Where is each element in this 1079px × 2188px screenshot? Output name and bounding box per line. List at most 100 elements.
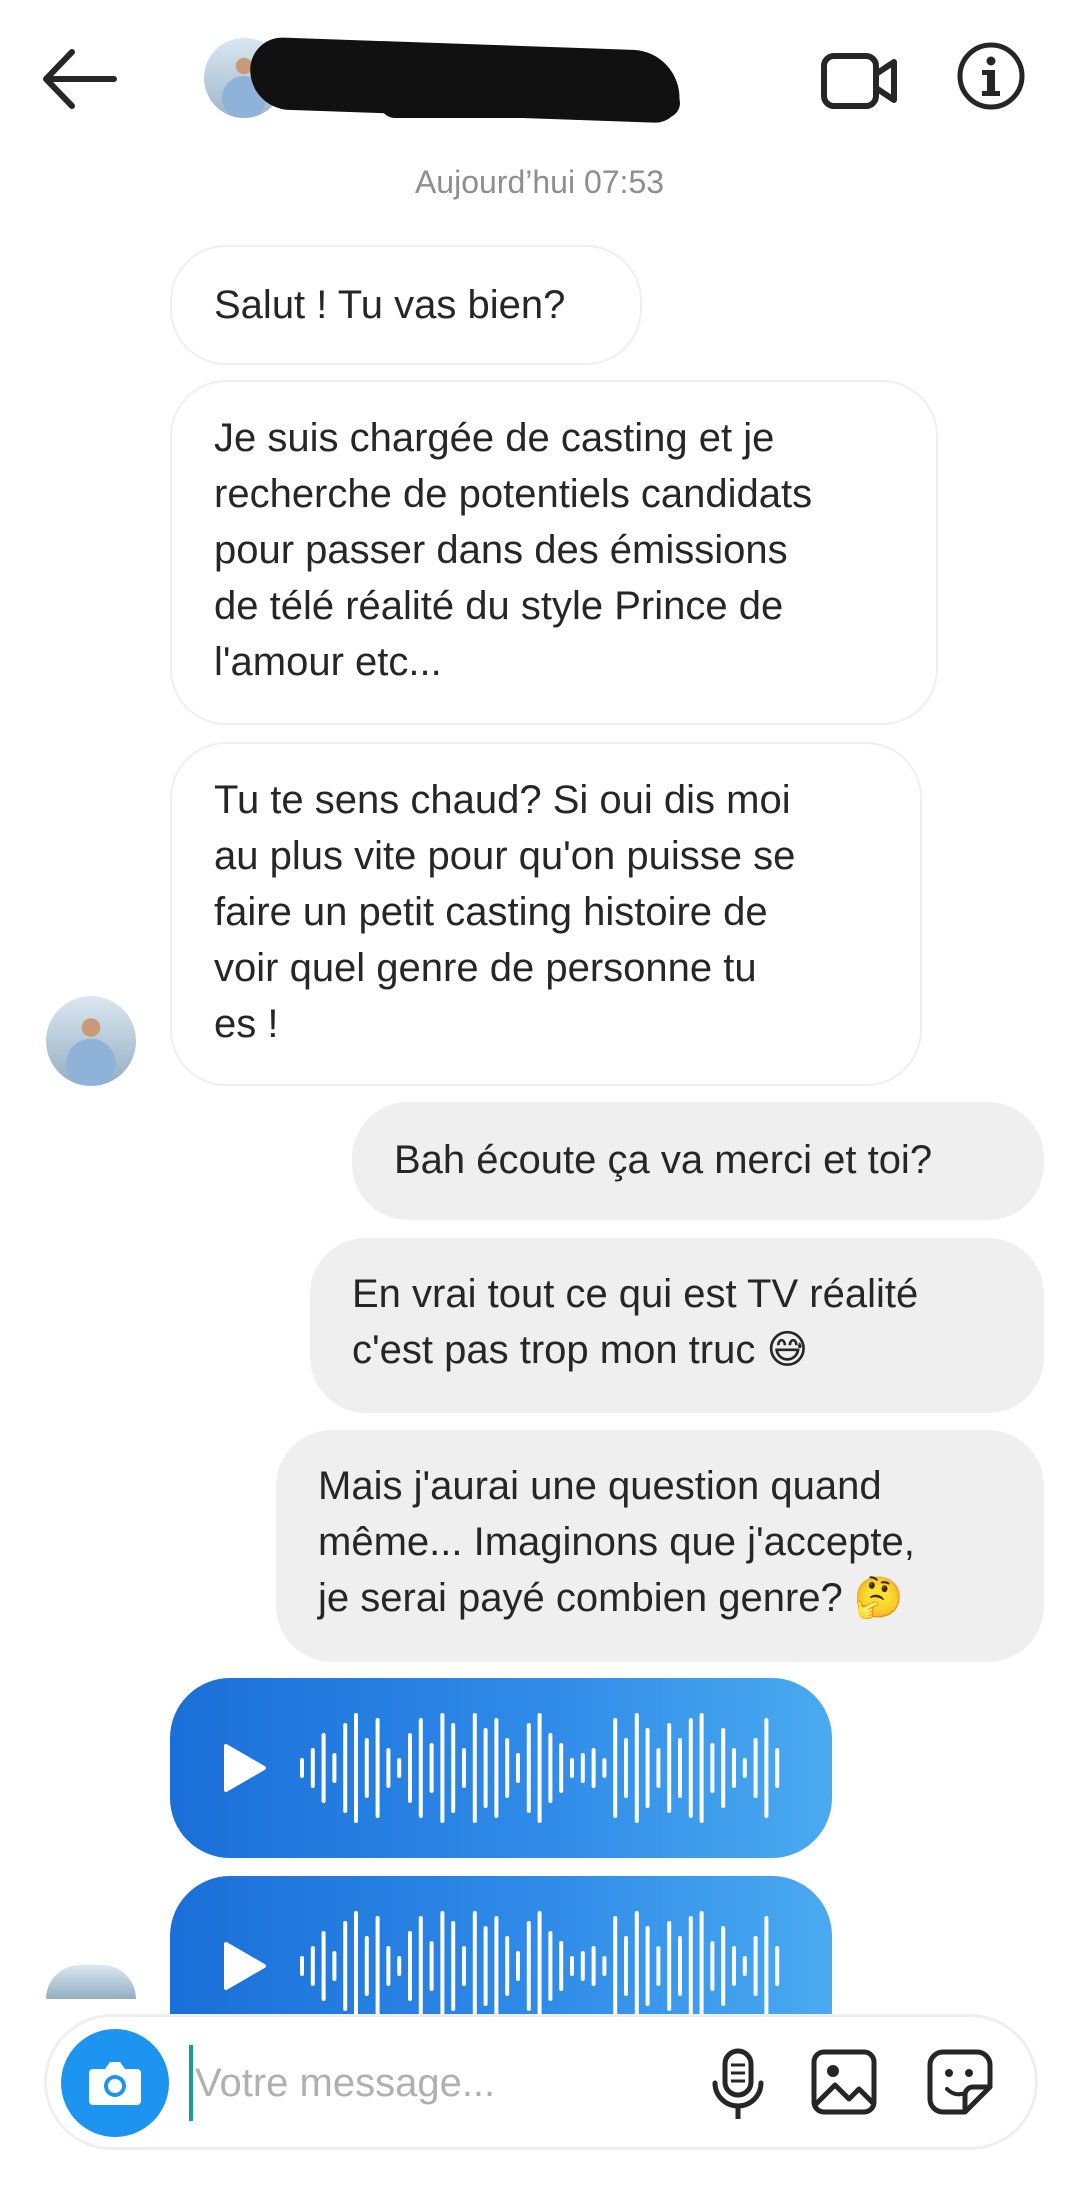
waveform-bar: [753, 1936, 758, 1996]
waveform-bar: [483, 1728, 488, 1808]
waveform-bar: [321, 1931, 326, 2001]
voice-message[interactable]: [170, 1876, 832, 2026]
info-icon: [957, 42, 1025, 110]
image-icon: [811, 2049, 877, 2115]
waveform-bar: [440, 1911, 445, 2021]
waveform-bar: [526, 1921, 531, 2011]
waveform-bar: [364, 1738, 369, 1798]
waveform-bar: [710, 1941, 715, 1991]
outgoing-message[interactable]: En vrai tout ce qui est TV réalité c'est…: [310, 1238, 1044, 1413]
redacted-username-overflow: [380, 88, 680, 118]
audio-waveform[interactable]: [300, 1906, 790, 2026]
waveform-bar: [354, 1911, 358, 2021]
waveform-bar: [537, 1713, 542, 1823]
waveform-bar: [451, 1723, 456, 1813]
message-composer: [44, 2014, 1038, 2150]
waveform-bar: [408, 1931, 412, 2001]
waveform-bar: [483, 1926, 488, 2006]
waveform-bar: [580, 1951, 585, 1981]
waveform-bar: [710, 1743, 715, 1793]
waveform-bar: [440, 1713, 445, 1823]
microphone-button[interactable]: [705, 2047, 771, 2123]
waveform-bar: [721, 1926, 726, 2006]
waveform-bar: [775, 1946, 780, 1986]
waveform-bar: [472, 1911, 477, 2021]
camera-button[interactable]: [61, 2029, 169, 2137]
waveform-bar: [386, 1748, 391, 1788]
incoming-message[interactable]: Salut ! Tu vas bien?: [170, 245, 642, 365]
waveform-bar: [397, 1758, 402, 1778]
waveform-bar: [364, 1936, 369, 1996]
waveform-bar: [386, 1946, 391, 1986]
waveform-bar: [667, 1723, 672, 1813]
gallery-button[interactable]: [809, 2047, 879, 2117]
waveform-bar: [408, 1733, 412, 1803]
incoming-message[interactable]: Je suis chargée de casting et je recherc…: [170, 380, 938, 725]
waveform-bar: [343, 1921, 348, 2011]
waveform-bar: [505, 1936, 510, 1996]
waveform-bar: [699, 1911, 704, 2021]
waveform-bar: [678, 1738, 682, 1798]
waveform-bar: [721, 1728, 726, 1808]
waveform-bar: [397, 1956, 402, 1976]
play-icon[interactable]: [218, 1940, 270, 1992]
waveform-bar: [591, 1748, 596, 1788]
waveform-bar: [429, 1743, 434, 1793]
waveform-bar: [462, 1946, 466, 1986]
waveform-bar: [462, 1748, 466, 1788]
voice-message[interactable]: [170, 1678, 832, 1858]
video-call-button[interactable]: [820, 48, 900, 114]
waveform-bar: [451, 1921, 456, 2011]
incoming-message[interactable]: Tu te sens chaud? Si oui dis moi au plus…: [170, 742, 922, 1086]
audio-waveform[interactable]: [300, 1708, 790, 1828]
waveform-bar: [742, 1956, 747, 1976]
waveform-bar: [753, 1738, 758, 1798]
info-button[interactable]: [955, 40, 1027, 112]
waveform-bar: [516, 1753, 520, 1783]
waveform-bar: [775, 1748, 780, 1788]
waveform-bar: [332, 1951, 337, 1981]
conversation-timestamp: Aujourd’hui 07:53: [414, 164, 665, 200]
waveform-bar: [332, 1753, 337, 1783]
waveform-bar: [656, 1748, 661, 1788]
waveform-bar: [494, 1718, 499, 1818]
sender-avatar[interactable]: [46, 996, 136, 1086]
waveform-bar: [343, 1723, 348, 1813]
back-button[interactable]: [40, 44, 120, 114]
waveform-bar: [570, 1956, 574, 1976]
waveform-bar: [375, 1718, 380, 1818]
play-icon[interactable]: [218, 1742, 270, 1794]
sticker-button[interactable]: [925, 2047, 995, 2117]
waveform-bar: [300, 1758, 304, 1778]
waveform-bar: [634, 1713, 639, 1823]
waveform-bar: [516, 1951, 520, 1981]
waveform-bar: [354, 1713, 358, 1823]
waveform-bar: [310, 1748, 315, 1788]
waveform-bar: [310, 1946, 315, 1986]
waveform-bar: [472, 1713, 477, 1823]
waveform-bar: [678, 1936, 682, 1996]
sender-avatar[interactable]: [46, 1965, 136, 1999]
outgoing-message[interactable]: Mais j'aurai une question quand même... …: [276, 1430, 1044, 1662]
video-call-icon: [821, 53, 897, 109]
waveform-bar: [634, 1911, 639, 2021]
waveform-bar: [688, 1718, 693, 1818]
waveform-bar: [602, 1758, 607, 1778]
waveform-bar: [570, 1758, 574, 1778]
waveform-bar: [580, 1753, 585, 1783]
sticker-icon: [927, 2049, 993, 2115]
waveform-bar: [602, 1956, 607, 1976]
message-input[interactable]: [189, 2045, 717, 2121]
waveform-bar: [321, 1733, 326, 1803]
outgoing-message[interactable]: Bah écoute ça va merci et toi?: [352, 1102, 1044, 1220]
waveform-bar: [505, 1738, 510, 1798]
waveform-bar: [559, 1743, 564, 1793]
waveform-bar: [418, 1916, 423, 2016]
waveform-bar: [667, 1921, 672, 2011]
waveform-bar: [559, 1941, 564, 1991]
camera-icon: [89, 2062, 141, 2105]
waveform-bar: [732, 1946, 736, 1986]
waveform-bar: [688, 1916, 693, 2016]
waveform-bar: [494, 1916, 499, 2016]
waveform-bar: [764, 1916, 769, 2016]
